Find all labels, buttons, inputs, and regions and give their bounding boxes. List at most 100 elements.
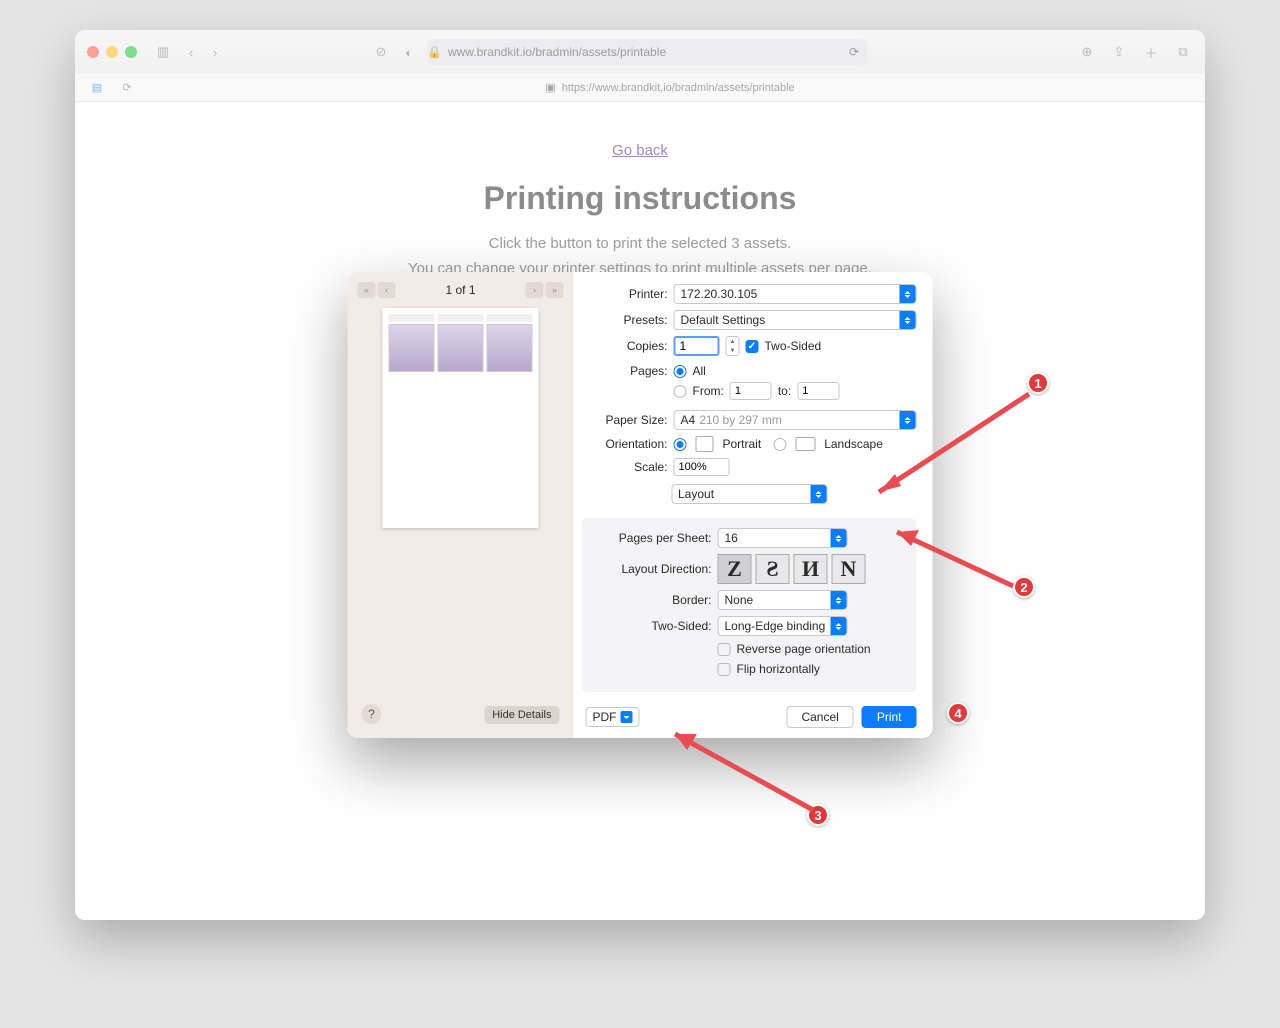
next-page-icon[interactable]: › [526,282,544,298]
portrait-label: Portrait [723,437,762,451]
go-back-link[interactable]: Go back [612,142,668,159]
chevron-updown-icon [831,591,847,609]
layout-direction-label: Layout Direction: [586,562,712,576]
pages-all-radio[interactable] [674,365,687,378]
portrait-icon [696,436,714,452]
chevron-updown-icon [900,411,916,429]
sidebar-toggle-icon[interactable]: ▥ [153,42,173,62]
presets-select[interactable]: Default Settings [674,310,917,330]
chevron-updown-icon [900,311,916,329]
border-value: None [725,593,754,607]
hide-details-button[interactable]: Hide Details [484,706,559,724]
pages-per-sheet-label: Pages per Sheet: [586,531,712,545]
last-page-icon[interactable]: » [546,282,564,298]
pdf-label: PDF [593,710,617,724]
asset-thumbnail [389,324,435,372]
border-label: Border: [586,593,712,607]
address-text: www.brandkit.io/bradmin/assets/printable [448,45,666,59]
pages-per-sheet-select[interactable]: 16 [718,528,848,548]
address-bar[interactable]: 🔒 www.brandkit.io/bradmin/assets/printab… [427,39,867,65]
pages-range-radio[interactable] [674,385,687,398]
copies-label: Copies: [582,339,668,353]
layout-dir-1[interactable]: Z [718,554,752,584]
page-instruction-1: Click the button to print the selected 3… [75,235,1205,252]
pages-all-label: All [693,364,706,378]
copies-input[interactable] [674,336,720,356]
to-input[interactable] [797,382,839,400]
chevron-down-icon [621,711,633,723]
downloads-icon[interactable]: ⊕ [1077,42,1097,62]
site-favicon-icon: ▣ [545,81,555,94]
dialog-bottom-bar: PDF Cancel Print [586,706,917,728]
reverse-checkbox[interactable] [718,643,731,656]
print-preview-page [383,308,539,528]
layout-dir-3[interactable]: И [794,554,828,584]
cancel-button[interactable]: Cancel [786,706,853,728]
tab-bar: ▤ ⟳ ▣ https://www.brandkit.io/bradmin/as… [75,74,1205,102]
layout-dir-4[interactable]: N [832,554,866,584]
printer-label: Printer: [582,287,668,301]
first-page-icon[interactable]: « [358,282,376,298]
section-select[interactable]: Layout [671,484,827,504]
pages-per-sheet-value: 16 [725,531,738,545]
window-controls [87,46,137,58]
pdf-dropdown[interactable]: PDF [586,707,640,727]
forward-icon[interactable]: › [205,42,225,62]
reverse-label: Reverse page orientation [737,642,871,656]
presets-value: Default Settings [681,313,766,327]
two-sided-checkbox[interactable] [746,340,759,353]
copies-stepper[interactable]: ▲▼ [726,336,740,356]
print-button[interactable]: Print [862,706,917,728]
chevron-updown-icon [831,529,847,547]
two-sided-value: Long-Edge binding [725,619,826,633]
reader-icon[interactable]: ▤ [87,78,107,98]
landscape-icon [795,437,815,451]
print-dialog: « ‹ 1 of 1 › » ? Hide Details Printer: [348,272,933,738]
from-input[interactable] [730,382,772,400]
refresh-small-icon[interactable]: ⟳ [117,78,137,98]
lock-icon: 🔒 [427,45,442,59]
two-sided-select[interactable]: Long-Edge binding [718,616,848,636]
minimize-window-icon[interactable] [106,46,118,58]
prev-page-icon[interactable]: ‹ [378,282,396,298]
reload-icon[interactable]: ⟳ [849,45,859,59]
layout-direction-group: Z Ƨ И N [718,554,866,584]
print-preview-pane: « ‹ 1 of 1 › » ? Hide Details [348,272,574,738]
nav-buttons: ‹ › [181,42,225,62]
paper-size-select[interactable]: A4 210 by 297 mm [674,410,917,430]
browser-toolbar: ▥ ‹ › ⊘ ◐ 🔒 www.brandkit.io/bradmin/asse… [75,30,1205,74]
border-select[interactable]: None [718,590,848,610]
two-sided-label: Two-Sided: [586,619,712,633]
landscape-label: Landscape [824,437,883,451]
presets-label: Presets: [582,313,668,327]
section-value: Layout [678,487,714,501]
printer-select[interactable]: 172.20.30.105 [674,284,917,304]
layout-dir-2[interactable]: Ƨ [756,554,790,584]
close-window-icon[interactable] [87,46,99,58]
asset-thumbnail [438,324,484,372]
chevron-updown-icon [831,617,847,635]
help-button[interactable]: ? [362,704,382,724]
page-title: Printing instructions [75,180,1205,217]
scale-input[interactable] [674,458,730,476]
preview-nav: « ‹ 1 of 1 › » [358,282,564,298]
orientation-label: Orientation: [582,437,668,451]
flip-checkbox[interactable] [718,663,731,676]
print-options-pane: Printer: 172.20.30.105 Presets: Default … [574,272,933,738]
maximize-window-icon[interactable] [125,46,137,58]
shield-icon[interactable]: ◐ [399,42,419,62]
landscape-radio[interactable] [773,438,786,451]
chevron-updown-icon [810,485,826,503]
flip-label: Flip horizontally [737,662,820,676]
tabs-icon[interactable]: ⧉ [1173,42,1193,62]
scale-label: Scale: [582,460,668,474]
new-tab-icon[interactable]: ＋ [1141,42,1161,62]
privacy-icon[interactable]: ⊘ [371,42,391,62]
share-icon[interactable]: ⇪ [1109,42,1129,62]
tab-title[interactable]: ▣ https://www.brandkit.io/bradmin/assets… [545,81,794,94]
back-icon[interactable]: ‹ [181,42,201,62]
tab-url: https://www.brandkit.io/bradmin/assets/p… [562,82,795,94]
to-label: to: [778,384,791,398]
layout-panel: Pages per Sheet: 16 Layout Direction: Z … [582,518,917,692]
portrait-radio[interactable] [674,438,687,451]
